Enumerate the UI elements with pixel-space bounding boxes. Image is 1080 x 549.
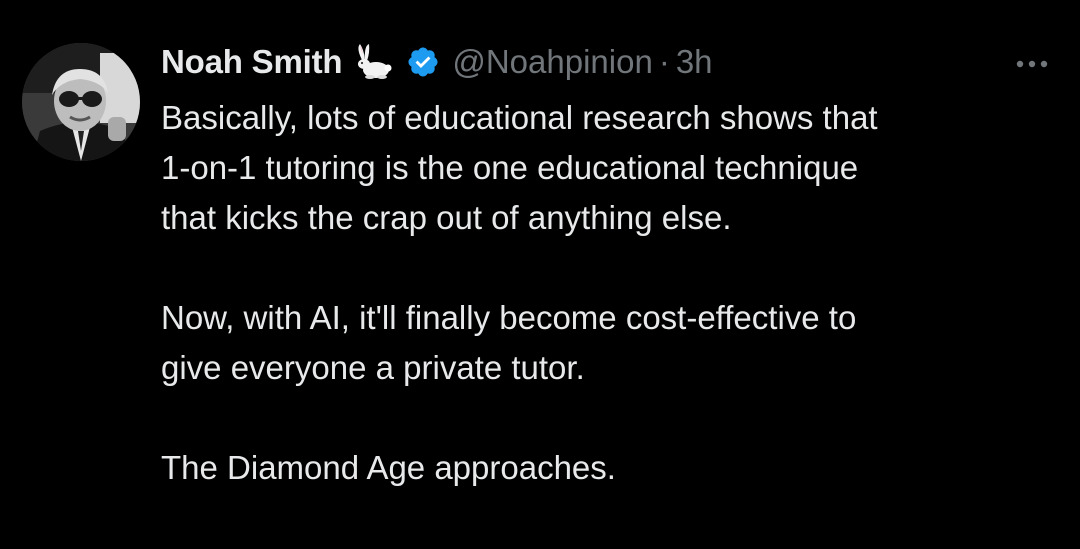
timestamp[interactable]: 3h (676, 43, 713, 81)
rabbit-icon (352, 42, 396, 82)
more-options-button[interactable] (1006, 50, 1058, 78)
display-name[interactable]: Noah Smith (161, 43, 343, 81)
avatar[interactable] (22, 43, 140, 161)
tweet-text: Basically, lots of educational research … (161, 93, 1061, 493)
tweet-paragraph: Basically, lots of educational research … (161, 99, 878, 236)
verified-icon[interactable] (406, 45, 440, 79)
more-horizontal-icon (1016, 60, 1048, 68)
tweet-paragraph: The Diamond Age approaches. (161, 449, 616, 486)
tweet[interactable]: Noah Smith @Noahpinion · 3h Basically, l… (0, 0, 1080, 549)
avatar-photo (22, 43, 140, 161)
tweet-paragraph: Now, with AI, it'll finally become cost-… (161, 299, 857, 386)
separator-dot: · (658, 43, 670, 80)
tweet-header: Noah Smith @Noahpinion · 3h (161, 38, 713, 86)
handle[interactable]: @Noahpinion (452, 43, 652, 81)
